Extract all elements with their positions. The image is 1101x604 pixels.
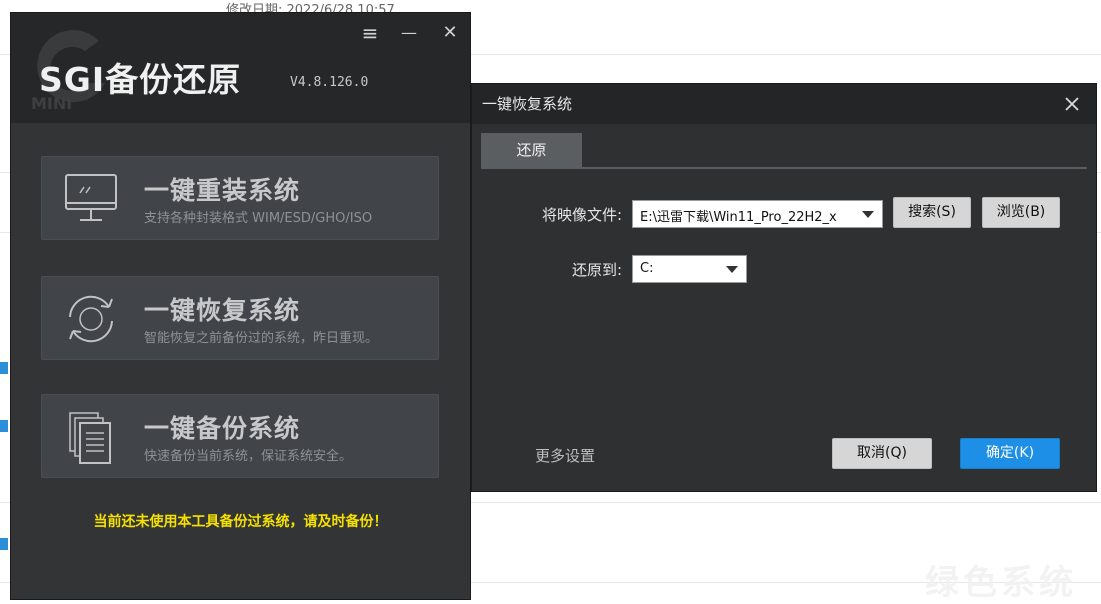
stacked-documents-icon bbox=[69, 412, 111, 464]
browse-button[interactable]: 浏览(B) bbox=[982, 197, 1060, 228]
backup-system-card[interactable]: 一键备份系统 快速备份当前系统，保证系统安全。 bbox=[41, 394, 439, 478]
close-button[interactable]: ✕ bbox=[438, 21, 462, 45]
image-file-label: 将映像文件: bbox=[541, 206, 622, 224]
image-file-value: E:\迅雷下载\Win11_Pro_22H2_x bbox=[640, 210, 837, 225]
minimize-button[interactable]: — bbox=[397, 21, 421, 45]
app-version: V4.8.126.0 bbox=[290, 75, 369, 90]
menu-button[interactable]: ≡ bbox=[358, 21, 382, 45]
tab-restore[interactable]: 还原 bbox=[481, 133, 582, 167]
card-subtitle: 支持各种封装格式 WIM/ESD/GHO/ISO bbox=[144, 211, 373, 226]
chevron-down-icon bbox=[726, 266, 738, 273]
sgi-main-window: MINI SGI备份还原 V4.8.126.0 ≡ — ✕ 一键重装系统 支持各… bbox=[10, 12, 471, 600]
card-title: 一键恢复系统 bbox=[144, 296, 301, 325]
card-subtitle: 快速备份当前系统，保证系统安全。 bbox=[144, 449, 353, 464]
search-button[interactable]: 搜索(S) bbox=[893, 197, 971, 228]
bg-watermark: 绿色系统 bbox=[925, 563, 1077, 603]
tab-strip: 还原 bbox=[481, 133, 1087, 169]
more-settings-link[interactable]: 更多设置 bbox=[535, 445, 595, 466]
dialog-title: 一键恢复系统 bbox=[482, 95, 573, 113]
recover-system-card[interactable]: 一键恢复系统 智能恢复之前备份过的系统，昨日重现。 bbox=[41, 276, 439, 360]
bg-modified-date: 修改日期: 2022/6/28 10:57 bbox=[226, 3, 395, 12]
refresh-cycle-icon bbox=[69, 295, 113, 343]
app-title: SGI备份还原 bbox=[39, 60, 242, 99]
cancel-button[interactable]: 取消(Q) bbox=[832, 438, 932, 469]
card-title: 一键重装系统 bbox=[144, 176, 301, 205]
backup-notice: 当前还未使用本工具备份过系统，请及时备份！ bbox=[93, 514, 388, 530]
recover-dialog: 一键恢复系统 还原 将映像文件: E:\迅雷下载\Win11_Pro_22H2_… bbox=[471, 83, 1097, 492]
main-header: MINI SGI备份还原 V4.8.126.0 ≡ — ✕ bbox=[11, 13, 470, 123]
restore-to-value: C: bbox=[640, 261, 654, 276]
confirm-button[interactable]: 确定(K) bbox=[960, 438, 1060, 469]
bg-blue-marker bbox=[0, 538, 8, 550]
image-file-select[interactable]: E:\迅雷下载\Win11_Pro_22H2_x bbox=[632, 200, 883, 228]
card-title: 一键备份系统 bbox=[144, 414, 301, 443]
bg-blue-marker bbox=[0, 420, 8, 432]
reinstall-system-card[interactable]: 一键重装系统 支持各种封装格式 WIM/ESD/GHO/ISO bbox=[41, 156, 439, 240]
monitor-icon bbox=[65, 174, 117, 221]
card-subtitle: 智能恢复之前备份过的系统，昨日重现。 bbox=[144, 331, 379, 346]
restore-to-select[interactable]: C: bbox=[632, 255, 747, 283]
dialog-close-icon[interactable] bbox=[1062, 94, 1082, 114]
chevron-down-icon bbox=[862, 211, 874, 218]
dialog-titlebar: 一键恢复系统 bbox=[472, 84, 1096, 124]
restore-to-label: 还原到: bbox=[571, 261, 622, 279]
bg-blue-marker bbox=[0, 362, 8, 374]
